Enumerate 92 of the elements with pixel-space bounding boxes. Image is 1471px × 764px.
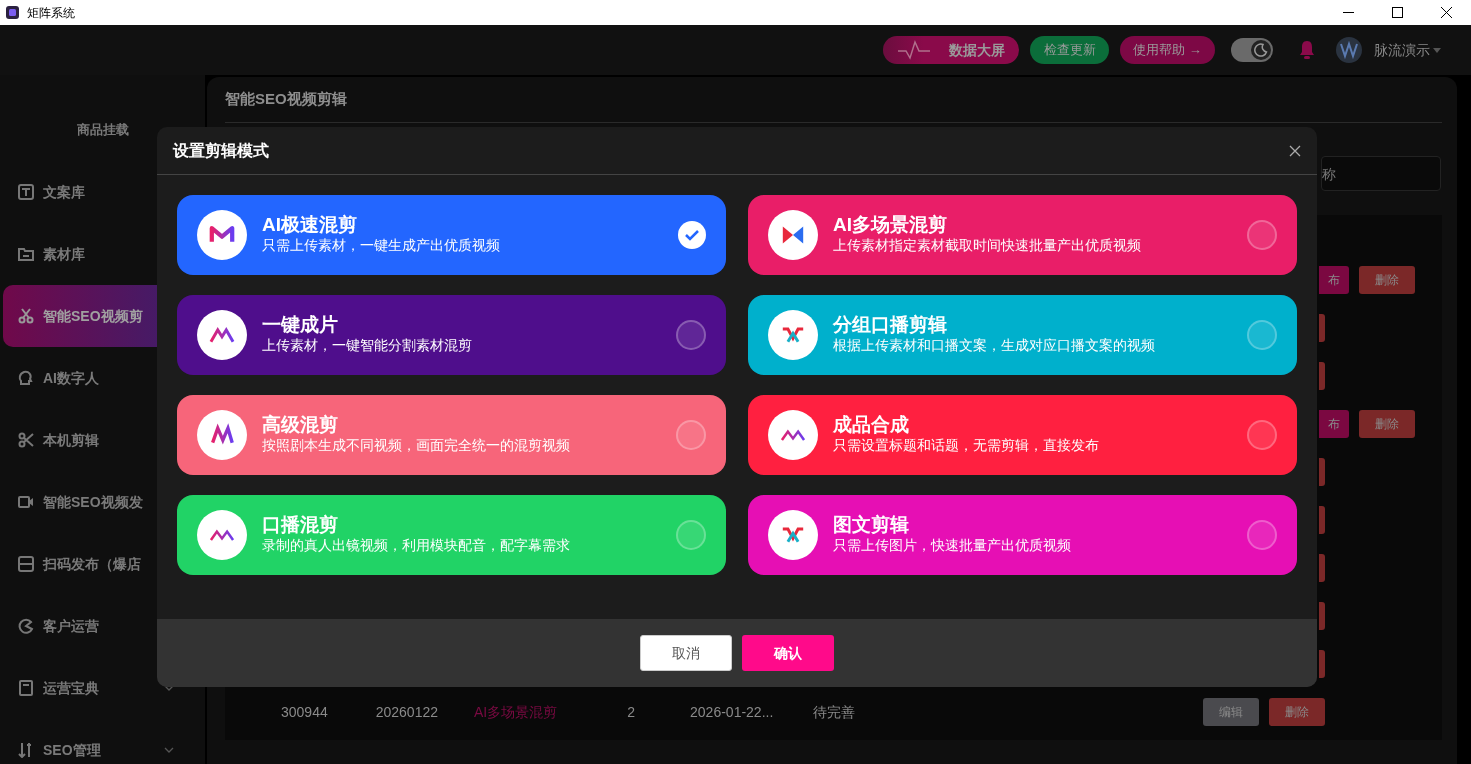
mode-description: 上传素材，一键智能分割素材混剪 [262,336,472,355]
delete-button[interactable]: 删除 [1359,410,1415,438]
cancel-button[interactable]: 取消 [640,635,732,671]
mode-description: 根据上传素材和口播文案，生成对应口播文案的视频 [833,336,1155,355]
check-icon [685,229,699,241]
window-title: 矩阵系统 [27,4,75,22]
mode-title: AI多场景混剪 [833,214,948,237]
table-cell-text: AI多场景混剪 [474,702,558,722]
table-cell-text: 20260122 [375,702,438,722]
chevron-icon [164,747,174,753]
mode-description: 按照剧本生成不同视频，画面完全统一的混剪视频 [262,436,570,455]
publish-button[interactable]: 布 [1319,410,1349,438]
help-button[interactable]: 使用帮助 → [1120,36,1215,64]
scissors-icon [18,308,34,324]
page-title: 智能SEO视频剪辑 [225,89,347,110]
table-cell-text: 2 [627,702,636,722]
radio-button[interactable] [676,320,706,350]
delete-button[interactable] [1319,314,1325,342]
mode-description: 录制的真人出镜视频，利用模块配音，配字幕需求 [262,536,570,555]
user-menu[interactable]: 脉流演示 [1374,39,1430,61]
caret-icon[interactable] [1433,47,1441,53]
moon-icon [1254,43,1268,57]
mode-description: 只需设置标题和话题，无需剪辑，直接发布 [833,436,1099,455]
mode-description: 只需上传图片，快速批量产出优质视频 [833,536,1071,555]
mode-card[interactable]: 一键成片 上传素材，一键智能分割素材混剪 [177,295,726,375]
book-icon [18,680,34,696]
dialog-title: 设置剪辑模式 [173,140,269,161]
delete-button[interactable] [1319,602,1325,630]
mode-card[interactable]: 成品合成 只需设置标题和话题，无需剪辑，直接发布 [748,395,1297,475]
logo-icon [197,210,247,260]
mode-title: AI极速混剪 [262,214,358,237]
mode-card[interactable]: AI多场景混剪 上传素材指定素材截取时间快速批量产出优质视频 [748,195,1297,275]
dark-mode-toggle[interactable] [1231,38,1273,62]
head-icon [18,370,34,386]
maximize-icon[interactable] [1392,7,1403,18]
confirm-button[interactable]: 确认 [742,635,834,671]
sidebar-item[interactable]: 客户运营 [3,595,202,657]
pulse-icon [897,39,931,61]
mode-title: 口播混剪 [262,514,339,537]
dashboard-button[interactable]: 数据大屏 [883,36,1019,64]
bell-icon[interactable] [1298,40,1316,60]
sort-icon [18,742,34,758]
mode-title: 成品合成 [833,414,910,437]
radio-button[interactable] [1247,220,1277,250]
avatar-logo [1335,36,1363,64]
table-cell-text: 待完善 [813,702,856,722]
mode-description: 上传素材指定素材截取时间快速批量产出优质视频 [833,236,1141,255]
radio-button[interactable] [676,520,706,550]
delete-button[interactable] [1319,458,1325,486]
sidebar-item[interactable]: 运营宝典 [3,657,202,719]
logo-icon [197,510,247,560]
mode-title: 高级混剪 [262,414,339,437]
mode-title: 一键成片 [262,314,339,337]
delete-button[interactable] [1319,650,1325,678]
mode-card[interactable]: AI极速混剪 只需上传素材，一键生成产出优质视频 [177,195,726,275]
mode-description: 只需上传素材，一键生成产出优质视频 [262,236,500,255]
scissors-icon [18,432,34,448]
folder-icon [18,246,34,262]
logo-icon [768,410,818,460]
mode-card[interactable]: 图文剪辑 只需上传图片，快速批量产出优质视频 [748,495,1297,575]
video-icon [18,494,34,510]
radio-button[interactable] [676,420,706,450]
radio-button[interactable] [678,221,706,249]
close-icon[interactable] [1441,7,1452,18]
delete-button[interactable] [1319,362,1325,390]
logo-icon [197,410,247,460]
search-field[interactable]: 称 [1321,156,1441,191]
delete-button[interactable]: 删除 [1269,698,1325,726]
close-button[interactable] [1289,144,1301,157]
logo-icon [768,510,818,560]
table-cell-text: 2026-01-22... [690,702,774,722]
scan-icon [18,556,34,572]
pie-icon [18,618,34,634]
logo-icon [768,310,818,360]
publish-button[interactable]: 布 [1319,266,1349,294]
update-button[interactable]: 检查更新 [1030,36,1109,64]
document-icon [18,184,34,200]
mode-title: 图文剪辑 [833,514,910,537]
delete-button[interactable] [1319,506,1325,534]
delete-button[interactable]: 删除 [1359,266,1415,294]
delete-button[interactable] [1319,554,1325,582]
sidebar-item[interactable]: SEO管理 [3,719,202,764]
radio-button[interactable] [1247,320,1277,350]
logo-icon [197,310,247,360]
mode-title: 分组口播剪辑 [833,314,948,337]
mode-card[interactable]: 高级混剪 按照剧本生成不同视频，画面完全统一的混剪视频 [177,395,726,475]
radio-button[interactable] [1247,520,1277,550]
app-logo-icon [6,6,19,19]
logo-icon [768,210,818,260]
mode-card[interactable]: 分组口播剪辑 根据上传素材和口播文案，生成对应口播文案的视频 [748,295,1297,375]
radio-button[interactable] [1247,420,1277,450]
table-cell-text: 300944 [281,702,328,722]
